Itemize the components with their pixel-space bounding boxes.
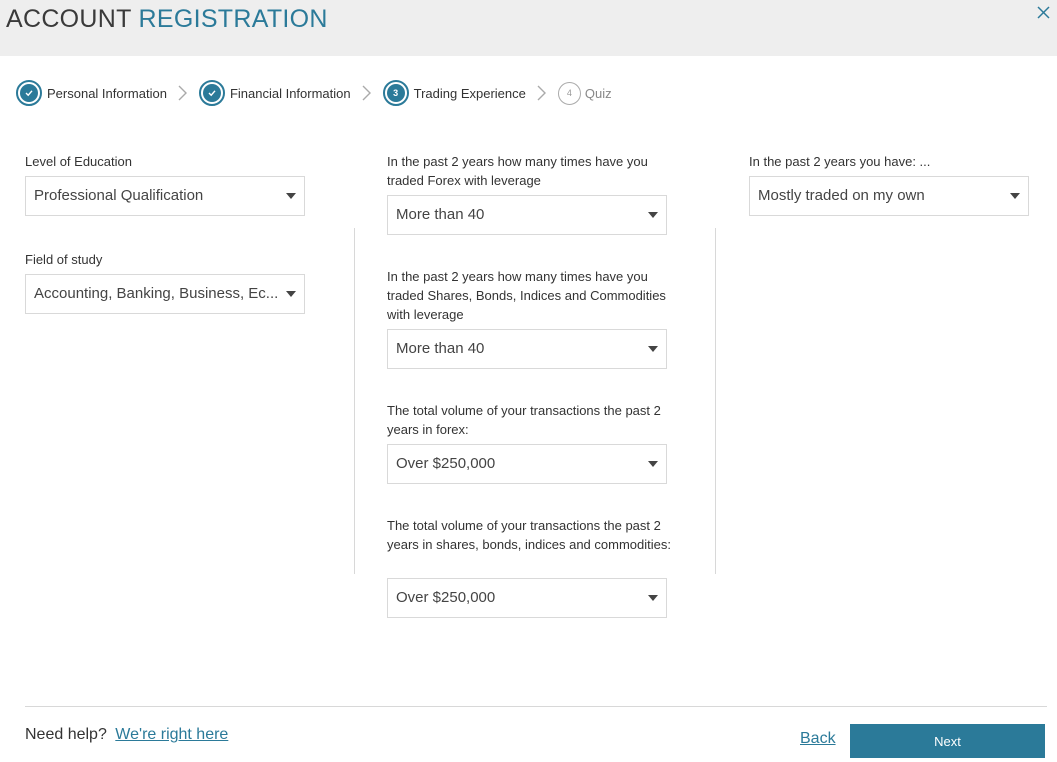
- help-text: Need help? We're right here: [25, 726, 228, 744]
- next-button[interactable]: Next: [850, 724, 1045, 758]
- forex-trades-value: More than 40: [396, 206, 485, 223]
- back-link[interactable]: Back: [800, 730, 836, 748]
- chevron-right-icon: [362, 85, 371, 101]
- dropdown-arrow-icon: [1010, 193, 1020, 199]
- column-divider: [715, 228, 716, 574]
- step-check-circle: [198, 80, 225, 106]
- shares-volume-value: Over $250,000: [396, 589, 496, 606]
- forex-volume-select[interactable]: Over $250,000: [387, 444, 667, 484]
- step-number-circle: 3: [382, 80, 409, 106]
- title-main: ACCOUNT: [6, 5, 139, 33]
- step-label: Trading Experience: [413, 85, 526, 101]
- dropdown-arrow-icon: [648, 346, 658, 352]
- education-label: Level of Education: [25, 154, 132, 169]
- chevron-right-icon: [178, 85, 187, 101]
- step-check-circle: [16, 80, 42, 106]
- dropdown-arrow-icon: [286, 291, 296, 297]
- shares-trades-label: In the past 2 years how many times have …: [387, 269, 666, 322]
- field-of-study-value: Accounting, Banking, Business, Ec...: [34, 285, 279, 302]
- forex-trades-label: In the past 2 years how many times have …: [387, 154, 648, 188]
- dropdown-arrow-icon: [648, 461, 658, 467]
- close-icon[interactable]: [1035, 4, 1053, 22]
- step-label: Personal Information: [47, 85, 167, 101]
- dropdown-arrow-icon: [648, 595, 658, 601]
- step-quiz[interactable]: 4 Quiz: [557, 81, 612, 105]
- past-activity-value: Mostly traded on my own: [758, 187, 925, 204]
- forex-trades-select[interactable]: More than 40: [387, 195, 667, 235]
- column-divider: [354, 228, 355, 574]
- step-trading-experience[interactable]: 3 Trading Experience: [382, 80, 526, 106]
- education-select[interactable]: Professional Qualification: [25, 176, 305, 216]
- step-label: Financial Information: [229, 85, 351, 101]
- page-title: ACCOUNT REGISTRATION: [6, 5, 328, 34]
- shares-trades-select[interactable]: More than 40: [387, 329, 667, 369]
- step-number: 3: [386, 84, 405, 102]
- past-activity-select[interactable]: Mostly traded on my own: [749, 176, 1029, 216]
- forex-volume-label: The total volume of your transactions th…: [387, 403, 661, 437]
- shares-trades-value: More than 40: [396, 340, 485, 357]
- check-icon: [208, 90, 216, 97]
- check-icon: [25, 90, 33, 97]
- help-label: Need help?: [25, 726, 107, 743]
- field-of-study-label: Field of study: [25, 252, 103, 267]
- step-label: Quiz: [584, 85, 612, 101]
- forex-volume-value: Over $250,000: [396, 455, 496, 472]
- step-financial-information[interactable]: Financial Information: [198, 80, 351, 106]
- title-accent: REGISTRATION: [138, 5, 328, 33]
- help-link[interactable]: We're right here: [115, 726, 228, 743]
- dropdown-arrow-icon: [286, 193, 296, 199]
- header-bar: ACCOUNT REGISTRATION: [0, 0, 1057, 56]
- dropdown-arrow-icon: [648, 212, 658, 218]
- field-of-study-select[interactable]: Accounting, Banking, Business, Ec...: [25, 274, 305, 314]
- education-value: Professional Qualification: [34, 187, 204, 204]
- past-activity-label: In the past 2 years you have: ...: [749, 154, 931, 169]
- step-personal-information[interactable]: Personal Information: [16, 80, 167, 106]
- chevron-right-icon: [537, 85, 546, 101]
- shares-volume-label: The total volume of your transactions th…: [387, 518, 671, 552]
- progress-stepper: Personal Information Financial Informati…: [16, 79, 612, 107]
- step-number-circle: 4: [557, 81, 581, 105]
- footer-divider: [25, 706, 1047, 707]
- shares-volume-select[interactable]: Over $250,000: [387, 578, 667, 618]
